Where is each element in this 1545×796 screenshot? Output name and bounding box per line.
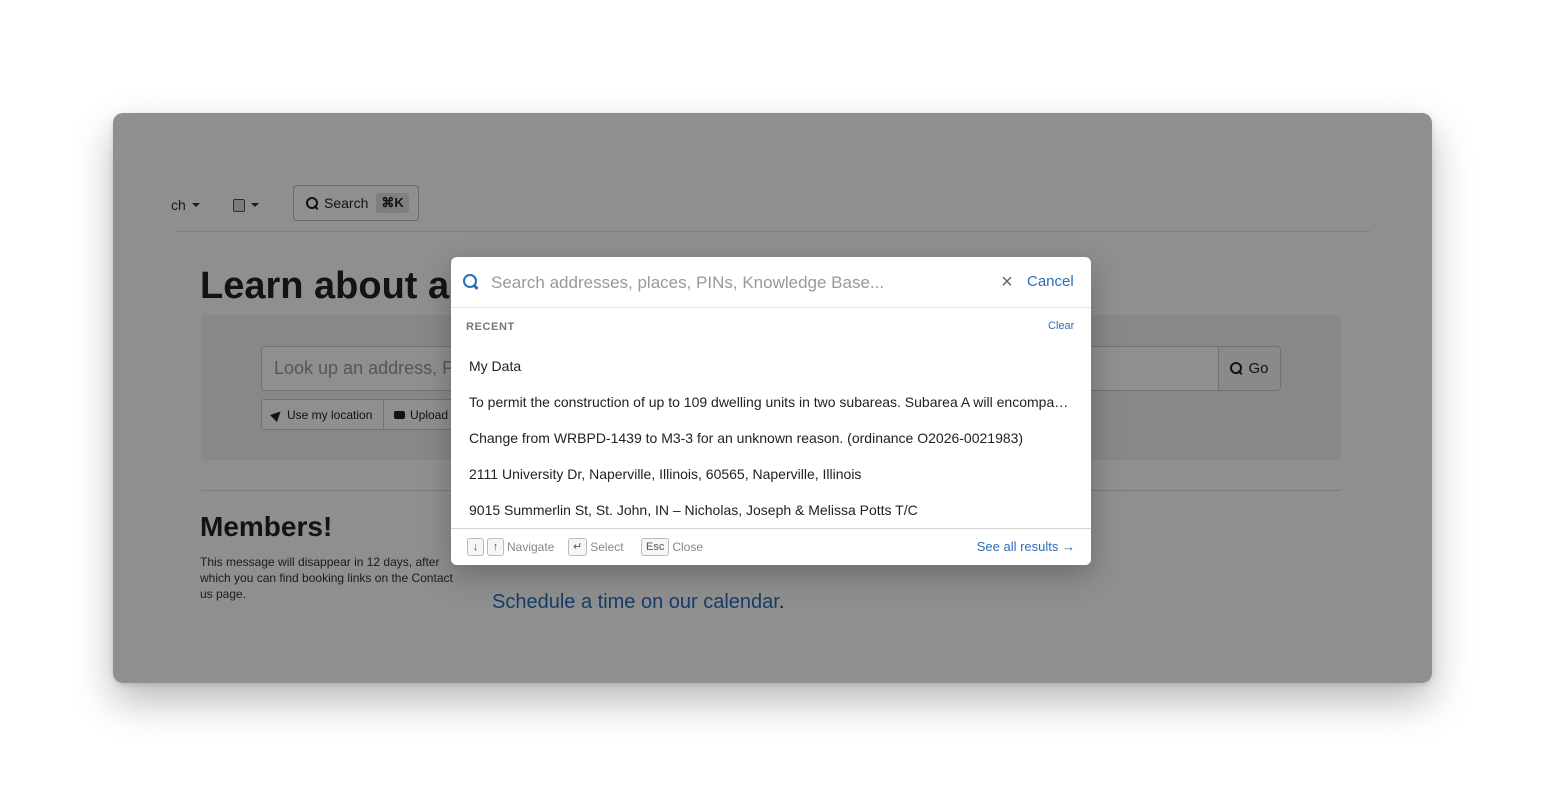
- esc-key-icon: Esc: [641, 538, 670, 556]
- close-label: Close: [672, 540, 704, 554]
- navigate-label: Navigate: [507, 540, 555, 554]
- close-icon[interactable]: ×: [999, 272, 1015, 292]
- cancel-button[interactable]: Cancel: [1027, 273, 1074, 290]
- navigate-hint: ↓ ↑ Navigate: [467, 538, 554, 556]
- down-arrow-key-icon: ↓: [467, 538, 484, 556]
- recent-item[interactable]: 2111 University Dr, Naperville, Illinois…: [451, 456, 1091, 492]
- see-all-results-link[interactable]: See all results →: [977, 539, 1075, 554]
- recent-item[interactable]: My Data: [451, 348, 1091, 384]
- select-label: Select: [590, 540, 624, 554]
- search-icon: [463, 274, 484, 295]
- recent-header: RECENT: [466, 321, 515, 333]
- clear-recent-button[interactable]: Clear: [1048, 320, 1074, 332]
- select-hint: ↵ Select: [568, 538, 624, 556]
- modal-search-input[interactable]: [491, 268, 991, 298]
- search-modal: × Cancel RECENT Clear My Data To permit …: [451, 257, 1091, 565]
- enter-key-icon: ↵: [568, 538, 588, 556]
- recent-item[interactable]: 9015 Summerlin St, St. John, IN – Nichol…: [451, 492, 1091, 528]
- up-arrow-key-icon: ↑: [487, 538, 504, 556]
- recent-item[interactable]: Change from WRBPD-1439 to M3-3 for an un…: [451, 420, 1091, 456]
- modal-footer: ↓ ↑ Navigate ↵ Select Esc Close See all …: [451, 528, 1091, 565]
- close-hint: Esc Close: [641, 538, 703, 556]
- modal-search-row: × Cancel: [451, 257, 1091, 308]
- recent-list: My Data To permit the construction of up…: [451, 348, 1091, 528]
- recent-item[interactable]: To permit the construction of up to 109 …: [451, 384, 1091, 420]
